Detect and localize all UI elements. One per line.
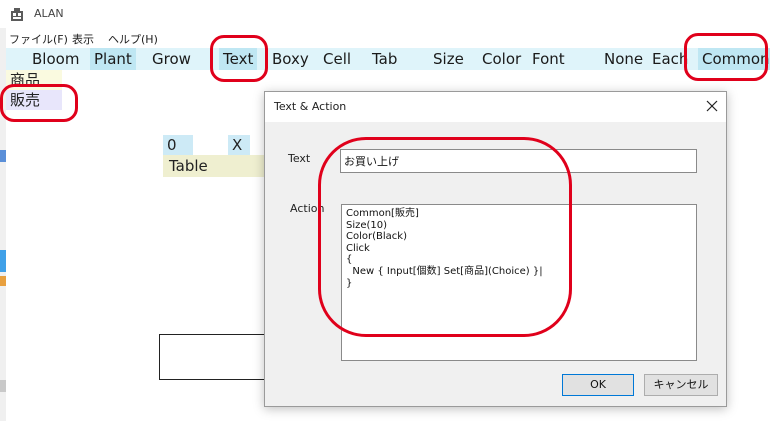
toolbar-item-each[interactable]: Each — [652, 48, 688, 70]
edge-color-mark — [0, 380, 6, 392]
edge-color-mark — [0, 150, 6, 162]
empty-box[interactable] — [159, 334, 265, 380]
toolbar-item-boxy[interactable]: Boxy — [272, 48, 309, 70]
toolbar-item-color[interactable]: Color — [482, 48, 521, 70]
cancel-button[interactable]: キャンセル — [644, 374, 718, 396]
annotation-ring-common — [684, 33, 768, 81]
window-title: ALAN — [34, 7, 64, 20]
toolbar-item-font[interactable]: Font — [532, 48, 565, 70]
edge-color-mark — [0, 250, 6, 272]
dialog-title: Text & Action — [274, 100, 347, 113]
toolbar-item-tab[interactable]: Tab — [372, 48, 397, 70]
ok-button[interactable]: OK — [562, 374, 634, 396]
toolbar-item-bloom[interactable]: Bloom — [32, 48, 79, 70]
annotation-ring-text — [210, 35, 268, 82]
menu-view[interactable]: 表示 — [72, 31, 94, 47]
toolbar-item-size[interactable]: Size — [433, 48, 464, 70]
menu-help[interactable]: ヘルプ(H) — [108, 31, 158, 47]
toolbar-item-grow[interactable]: Grow — [152, 48, 191, 70]
dialog-title-bar: Text & Action — [265, 92, 726, 122]
table-cell[interactable]: Table — [163, 155, 275, 177]
cell-x[interactable]: X — [228, 135, 250, 155]
annotation-ring-dialog-fields — [318, 137, 572, 337]
toolbar-item-plant[interactable]: Plant — [90, 48, 136, 70]
title-bar: ALAN — [0, 0, 770, 28]
toolbar-item-none[interactable]: None — [604, 48, 643, 70]
cell-zero[interactable]: 0 — [163, 135, 193, 155]
close-icon[interactable] — [703, 97, 721, 115]
edge-color-mark — [0, 276, 6, 286]
text-label: Text — [288, 152, 311, 165]
toolbar-item-cell[interactable]: Cell — [323, 48, 351, 70]
app-icon — [10, 7, 24, 21]
toolbar: Bloom Plant Grow Text Boxy Cell Tab Size… — [6, 48, 770, 70]
menu-bar: ファイル(F) 表示 ヘルプ(H) — [0, 30, 770, 46]
annotation-ring-sales — [0, 84, 78, 122]
menu-file[interactable]: ファイル(F) — [9, 31, 68, 47]
